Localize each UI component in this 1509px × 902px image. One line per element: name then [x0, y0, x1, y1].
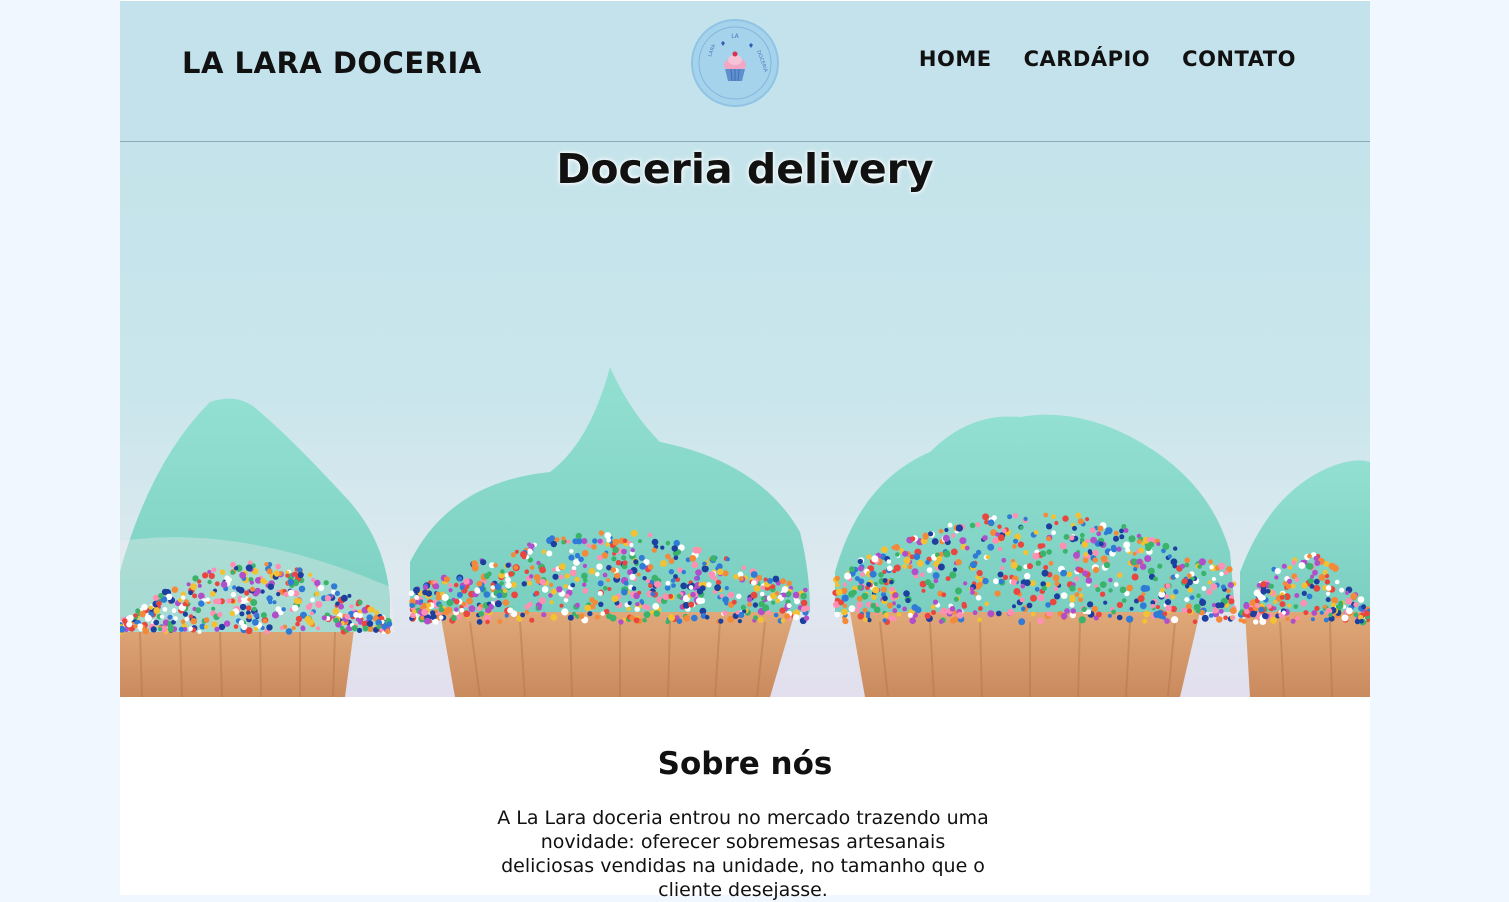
brand-title[interactable]: LA LARA DOCERIA [182, 46, 482, 80]
cupcakes-hero-image [120, 367, 1370, 697]
nav-home-link[interactable]: HOME [919, 47, 992, 71]
cupcake-2 [410, 367, 810, 697]
about-section: Sobre nós A La Lara doceria entrou no me… [120, 697, 1370, 901]
svg-text:LA: LA [731, 33, 739, 40]
cupcake-4 [1240, 460, 1370, 697]
nav-contato-link[interactable]: CONTATO [1182, 47, 1296, 71]
nav-cardapio-link[interactable]: CARDÁPIO [1024, 47, 1151, 71]
hero-title: Doceria delivery [556, 145, 934, 193]
cupcake-1 [120, 398, 395, 697]
svg-text:LARA: LARA [707, 43, 717, 58]
hero-banner: Doceria delivery [120, 142, 1370, 697]
about-text: A La Lara doceria entrou no mercado traz… [497, 807, 989, 901]
cupcake-logo-icon[interactable]: LA LARA DOCERIA [691, 19, 779, 107]
site-header: LA LARA DOCERIA LA LARA DOCERIA HOME CAR… [120, 1, 1370, 142]
about-title: Sobre nós [657, 746, 833, 782]
page-container: LA LARA DOCERIA LA LARA DOCERIA HOME CAR… [120, 0, 1370, 901]
svg-text:DOCERIA: DOCERIA [755, 50, 769, 74]
main-nav: HOME CARDÁPIO CONTATO [919, 47, 1296, 71]
